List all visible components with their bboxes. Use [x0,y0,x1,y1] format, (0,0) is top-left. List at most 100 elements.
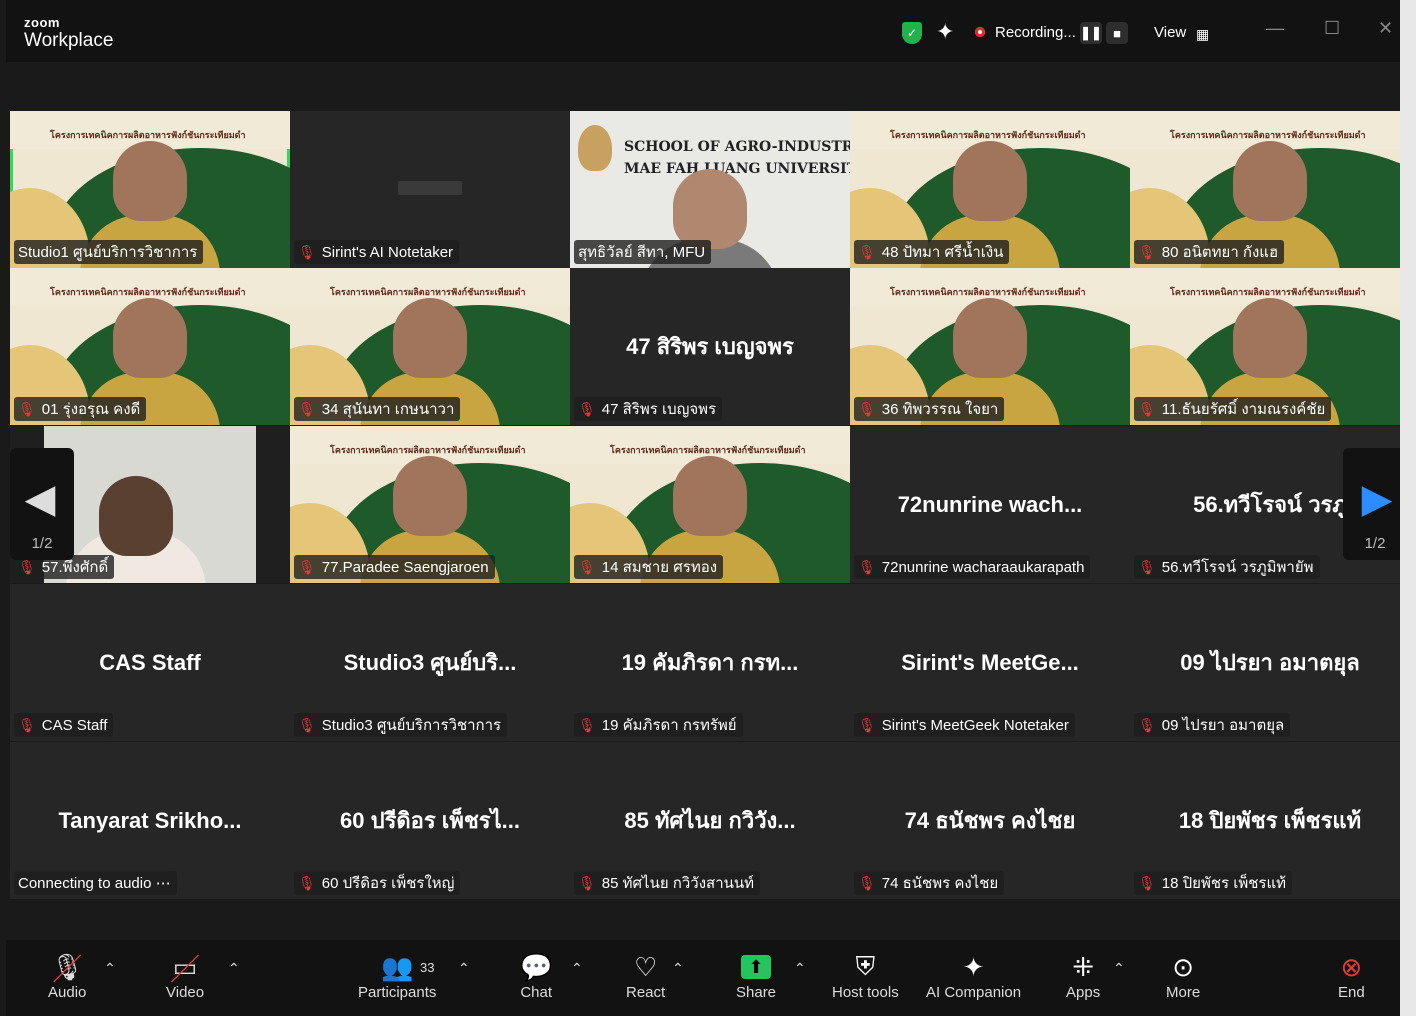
recording-label: Recording... [995,24,1076,41]
muted-mic-icon: 🎙 [298,716,316,733]
share-button[interactable]: ⬆ Share [736,950,776,1001]
participant-name-label: 🎙 Studio3 ศูนย์บริการวิชาการ [294,713,508,737]
recording-dot-icon [975,27,985,37]
participant-name-label: 🎙 72nunrine wacharaaukarapath [854,555,1091,579]
participant-tile[interactable]: Studio3 ศูนย์บริ... 🎙 Studio3 ศูนย์บริการว… [290,584,570,741]
participant-tile[interactable]: 85 ทัศไนย กวิวัง... 🎙 85 ทัศไนย กวิวังสานน… [570,742,850,899]
participant-name-label: 🎙 14 สมชาย ศรทอง [574,555,724,579]
muted-mic-icon: 🎙 [298,243,316,260]
participant-tile[interactable]: โครงการเทคนิคการผลิตอาหารฟังก์ชันกระเทีย… [850,111,1130,268]
event-banner-text: โครงการเทคนิคการผลิตอาหารฟังก์ชันกระเทีย… [50,130,246,140]
share-options-caret[interactable]: ⌃ [794,960,806,977]
participant-tile[interactable]: 09 ไปรยา อมาตยุล 🎙 09 ไปรยา อมาตยุล [1130,584,1410,741]
participant-tile[interactable]: โครงการเทคนิคการผลิตอาหารฟังก์ชันกระเทีย… [850,268,1130,425]
react-label: React [626,984,666,1001]
participants-label: Participants [358,984,437,1001]
audio-options-caret[interactable]: ⌃ [104,960,116,977]
participant-tile[interactable]: SCHOOL OF AGRO-INDUSTRY MAE FAH LUANG UNI… [570,111,850,268]
participant-tile[interactable]: Sirint's MeetGe... 🎙 Sirint's MeetGeek Not… [850,584,1130,741]
next-page-button[interactable]: ▶ 1/2 [1343,448,1407,560]
participants-icon: 👥 [381,951,414,982]
participant-tile[interactable]: 74 ธนัชพร คงไชย 🎙 74 ธนัชพร คงไชย [850,742,1130,899]
muted-mic-icon: 🎙 [298,558,316,575]
chat-button[interactable]: 💬 Chat [520,950,552,1002]
muted-mic-icon: 🎙 [578,874,596,891]
school-name-line1: SCHOOL OF AGRO-INDUSTRY [624,139,850,155]
ai-companion-button[interactable]: ✦ AI Companion [926,950,1022,1002]
participant-tile[interactable]: โครงการเทคนิคการผลิตอาหารฟังก์ชันกระเทีย… [10,268,290,425]
participant-tile[interactable]: โครงการเทคนิคการผลิตอาหารฟังก์ชันกระเทีย… [1130,111,1410,268]
participant-tile[interactable]: Tanyarat Srikho... Connecting to audio ⋯ [10,742,290,899]
participant-tile[interactable]: 72nunrine wach... 🎙 72nunrine wacharaaukar… [850,426,1130,583]
video-button[interactable]: ▭ ／ Video [166,950,204,1002]
university-seal-icon [578,125,612,171]
muted-mic-icon: 🎙 [858,874,876,891]
pause-recording-button[interactable]: ❚❚ [1080,22,1102,44]
participant-name-label: 🎙 74 ธนัชพร คงไชย [854,871,1005,895]
participant-name-label: 🎙 56.ทวีโรจน์ วรภูมิพายัพ [1134,555,1320,579]
security-shield-icon[interactable]: ✓ [902,22,922,44]
participant-name-label: 🎙 36 ทิพวรรณ ใจยา [854,397,1005,421]
ai-companion-label: AI Companion [926,984,1022,1001]
participant-tile[interactable]: โครงการเทคนิคการผลิตอาหารฟังก์ชันกระเทีย… [290,268,570,425]
participant-tile[interactable]: 60 ปรีดิอร เพ็ชรไ... 🎙 60 ปรีดิอร เพ็ชรใหญ… [290,742,570,899]
participant-tile[interactable]: 19 คัมภิรดา กรท... 🎙 19 คัมภิรดา กรทรัพย์ [570,584,850,741]
ai-sparkle-icon[interactable]: ✦ [936,19,954,45]
maximize-icon[interactable]: ☐ [1324,18,1340,39]
muted-mic-icon: 🎙 [1138,243,1156,260]
share-label: Share [736,984,777,1001]
participant-name-label: 🎙 CAS Staff [14,713,114,737]
minimize-icon[interactable]: — [1266,18,1284,39]
participant-video-face [1233,141,1307,221]
participant-tile[interactable]: 🎙 Sirint's AI Notetaker [290,111,570,268]
more-icon: ⊙ [1172,951,1194,982]
participant-name-text: Connecting to audio ⋯ [18,875,171,892]
muted-mic-icon: 🎙 [1138,558,1156,575]
participants-options-caret[interactable]: ⌃ [458,960,470,977]
more-label: More [1166,984,1201,1001]
school-name-line2: MAE FAH LUANG UNIVERSITY [624,161,850,177]
participants-button[interactable]: 👥 Participants [358,950,437,1002]
video-options-caret[interactable]: ⌃ [228,960,240,977]
more-button[interactable]: ⊙ More [1166,950,1201,1002]
chevron-left-icon: ◀ [24,477,56,521]
stop-recording-button[interactable]: ■ [1106,22,1128,44]
participant-tile[interactable]: 47 สิริพร เบญจพร 🎙 47 สิริพร เบญจพร [570,268,850,425]
participant-video-face [393,456,467,536]
participant-name-text: 47 สิริพร เบญจพร [601,401,717,418]
react-options-caret[interactable]: ⌃ [672,960,684,977]
end-button[interactable]: ⊗ End [1338,950,1365,1002]
participant-name-text: 01 รุ่งอรุณ คงดี [41,401,141,418]
react-button[interactable]: ♡ React [626,950,666,1002]
audio-button[interactable]: 🎙 ／ Audio [48,950,86,1002]
participant-tile[interactable]: โครงการเทคนิคการผลิตอาหารฟังก์ชันกระเทีย… [290,426,570,583]
participant-tile[interactable]: โครงการเทคนิคการผลิตอาหารฟังก์ชันกระเทีย… [1130,268,1410,425]
app-brand-bottom: Workplace [24,30,114,51]
event-banner-text: โครงการเทคนิคการผลิตอาหารฟังก์ชันกระเทีย… [610,445,806,455]
participant-name-text: 18 ปิยพัชร เพ็ชรแท้ [1161,875,1287,892]
close-icon[interactable]: ✕ [1378,18,1393,39]
chat-options-caret[interactable]: ⌃ [571,960,583,977]
muted-mic-icon: 🎙 [1138,400,1156,417]
muted-mic-icon: 🎙 [858,243,876,260]
event-banner-text: โครงการเทคนิคการผลิตอาหารฟังก์ชันกระเทีย… [1170,130,1366,140]
participant-name-label: 🎙 77.Paradee Saengjaroen [294,555,495,579]
view-button[interactable]: View [1154,24,1186,41]
apps-options-caret[interactable]: ⌃ [1113,960,1125,977]
participant-tile[interactable]: โครงการเทคนิคการผลิตอาหารฟังก์ชันกระเทีย… [570,426,850,583]
ai-companion-icon: ✦ [962,951,985,982]
participant-tile[interactable]: โครงการเทคนิคการผลิตอาหารฟังก์ชันกระเทีย… [10,111,290,268]
participant-tile[interactable]: 18 ปิยพัชร เพ็ชรแท้ 🎙 18 ปิยพัชร เพ็ชรแท้ [1130,742,1410,899]
meeting-toolbar: 🎙 ／ Audio ⌃ ▭ ／ Video ⌃ 👥 Participants 33 … [6,940,1400,1016]
title-bar: zoom Workplace ✓ ✦ Recording... ❚❚ ■ Vie… [6,0,1400,62]
host-tools-button[interactable]: ⛨ Host tools [832,950,899,1001]
page-indicator-right: 1/2 [1364,535,1386,552]
participant-name-text: 85 ทัศไนย กวิวังสานนท์ [601,875,755,892]
participant-name-text: CAS Staff [41,716,108,734]
grid-view-icon[interactable]: ▦ [1196,26,1209,43]
participant-name-text: 09 ไปรยา อมาตยุล [1161,717,1285,734]
participant-tile[interactable]: CAS Staff 🎙 CAS Staff [10,584,290,741]
prev-page-button[interactable]: ◀ 1/2 [10,448,74,560]
apps-button[interactable]: ⁜ Apps [1066,950,1100,1002]
participant-video-face [113,298,187,378]
